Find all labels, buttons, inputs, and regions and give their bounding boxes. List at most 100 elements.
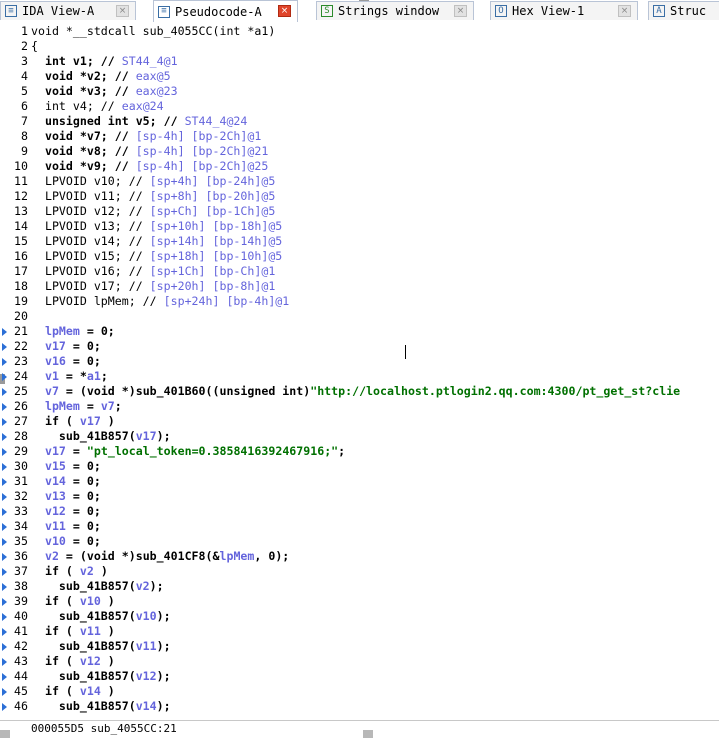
code-text[interactable]: unsigned int v5; // ST44_4@24	[31, 114, 247, 129]
breakpoint-arrow-icon[interactable]	[2, 688, 7, 696]
code-text[interactable]: if ( v14 )	[31, 684, 115, 699]
code-line[interactable]: 29 v17 = "pt_local_token=0.3858416392467…	[0, 444, 719, 459]
breakpoint-arrow-icon[interactable]	[2, 358, 7, 366]
code-text[interactable]: LPVOID v12; // [sp+Ch] [bp-1Ch]@5	[31, 204, 275, 219]
code-line[interactable]: 16 LPVOID v15; // [sp+18h] [bp-10h]@5	[0, 249, 719, 264]
code-text[interactable]: sub_41B857(v2);	[31, 579, 164, 594]
breakpoint-arrow-icon[interactable]	[2, 628, 7, 636]
code-text[interactable]: void *v8; // [sp-4h] [bp-2Ch]@21	[31, 144, 268, 159]
breakpoint-arrow-icon[interactable]	[2, 568, 7, 576]
pseudocode-editor[interactable]: 1 void *__stdcall sub_4055CC(int *a1) 2{3 …	[0, 22, 719, 720]
code-text[interactable]: v7 = (void *)sub_401B60((unsigned int)"h…	[31, 384, 680, 399]
breakpoint-arrow-icon[interactable]	[2, 553, 7, 561]
code-line[interactable]: 36 v2 = (void *)sub_401CF8(&lpMem, 0);	[0, 549, 719, 564]
breakpoint-arrow-icon[interactable]	[2, 658, 7, 666]
code-text[interactable]: if ( v2 )	[31, 564, 108, 579]
code-line[interactable]: 45 if ( v14 )	[0, 684, 719, 699]
code-text[interactable]: if ( v17 )	[31, 414, 115, 429]
code-text[interactable]: LPVOID v16; // [sp+1Ch] [bp-Ch]@1	[31, 264, 275, 279]
breakpoint-arrow-icon[interactable]	[2, 613, 7, 621]
code-text[interactable]: LPVOID v15; // [sp+18h] [bp-10h]@5	[31, 249, 282, 264]
code-text[interactable]: lpMem = 0;	[31, 324, 115, 339]
code-line[interactable]: 5 void *v3; // eax@23	[0, 84, 719, 99]
code-text[interactable]: int v4; // eax@24	[31, 99, 164, 114]
breakpoint-arrow-icon[interactable]	[2, 373, 7, 381]
code-line[interactable]: 11 LPVOID v10; // [sp+4h] [bp-24h]@5	[0, 174, 719, 189]
code-text[interactable]: void *__stdcall sub_4055CC(int *a1)	[31, 24, 275, 39]
code-line[interactable]: 38 sub_41B857(v2);	[0, 579, 719, 594]
code-line[interactable]: 17 LPVOID v16; // [sp+1Ch] [bp-Ch]@1	[0, 264, 719, 279]
code-text[interactable]: sub_41B857(v14);	[31, 699, 171, 714]
code-text[interactable]: if ( v10 )	[31, 594, 115, 609]
code-text[interactable]: v15 = 0;	[31, 459, 101, 474]
code-text[interactable]: v14 = 0;	[31, 474, 101, 489]
breakpoint-arrow-icon[interactable]	[2, 523, 7, 531]
code-line[interactable]: 33 v12 = 0;	[0, 504, 719, 519]
code-text[interactable]: v10 = 0;	[31, 534, 101, 549]
code-text[interactable]: LPVOID v14; // [sp+14h] [bp-14h]@5	[31, 234, 282, 249]
code-line[interactable]: 3 int v1; // ST44_4@1	[0, 54, 719, 69]
code-line[interactable]: 18 LPVOID v17; // [sp+20h] [bp-8h]@1	[0, 279, 719, 294]
code-line[interactable]: 42 sub_41B857(v11);	[0, 639, 719, 654]
code-text[interactable]: v1 = *a1;	[31, 369, 108, 384]
code-text[interactable]: sub_41B857(v12);	[31, 669, 171, 684]
breakpoint-arrow-icon[interactable]	[2, 673, 7, 681]
code-line[interactable]: 19 LPVOID lpMem; // [sp+24h] [bp-4h]@1	[0, 294, 719, 309]
code-line[interactable]: 39 if ( v10 )	[0, 594, 719, 609]
breakpoint-arrow-icon[interactable]	[2, 703, 7, 711]
code-text[interactable]: LPVOID v10; // [sp+4h] [bp-24h]@5	[31, 174, 275, 189]
code-line[interactable]: 24 v1 = *a1;	[0, 369, 719, 384]
code-text[interactable]: sub_41B857(v17);	[31, 429, 171, 444]
breakpoint-arrow-icon[interactable]	[2, 343, 7, 351]
breakpoint-arrow-icon[interactable]	[2, 493, 7, 501]
breakpoint-arrow-icon[interactable]	[2, 538, 7, 546]
breakpoint-arrow-icon[interactable]	[2, 403, 7, 411]
code-line[interactable]: 21 lpMem = 0;	[0, 324, 719, 339]
code-text[interactable]: lpMem = v7;	[31, 399, 122, 414]
code-text[interactable]: sub_41B857(v11);	[31, 639, 171, 654]
close-icon[interactable]: ×	[116, 5, 129, 17]
code-line[interactable]: 35 v10 = 0;	[0, 534, 719, 549]
breakpoint-arrow-icon[interactable]	[2, 583, 7, 591]
code-line[interactable]: 6 int v4; // eax@24	[0, 99, 719, 114]
code-text[interactable]: void *v2; // eax@5	[31, 69, 171, 84]
breakpoint-arrow-icon[interactable]	[2, 463, 7, 471]
code-line[interactable]: 28 sub_41B857(v17);	[0, 429, 719, 444]
close-icon[interactable]: ×	[278, 5, 291, 17]
code-line[interactable]: 31 v14 = 0;	[0, 474, 719, 489]
code-line[interactable]: 22 v17 = 0;	[0, 339, 719, 354]
code-line[interactable]: 1 void *__stdcall sub_4055CC(int *a1)	[0, 24, 719, 39]
code-text[interactable]: if ( v12 )	[31, 654, 115, 669]
code-text[interactable]: void *v9; // [sp-4h] [bp-2Ch]@25	[31, 159, 268, 174]
breakpoint-arrow-icon[interactable]	[2, 508, 7, 516]
tab-hex-view-1[interactable]: O Hex View-1 ×	[490, 1, 638, 20]
code-line[interactable]: 14 LPVOID v13; // [sp+10h] [bp-18h]@5	[0, 219, 719, 234]
code-line[interactable]: 32 v13 = 0;	[0, 489, 719, 504]
code-line[interactable]: 10 void *v9; // [sp-4h] [bp-2Ch]@25	[0, 159, 719, 174]
code-line[interactable]: 8 void *v7; // [sp-4h] [bp-2Ch]@1	[0, 129, 719, 144]
code-text[interactable]: LPVOID v17; // [sp+20h] [bp-8h]@1	[31, 279, 275, 294]
code-text[interactable]: {	[31, 39, 38, 54]
code-text[interactable]: v2 = (void *)sub_401CF8(&lpMem, 0);	[31, 549, 289, 564]
breakpoint-arrow-icon[interactable]	[2, 328, 7, 336]
code-line[interactable]: 26 lpMem = v7;	[0, 399, 719, 414]
code-line[interactable]: 44 sub_41B857(v12);	[0, 669, 719, 684]
code-text[interactable]: v13 = 0;	[31, 489, 101, 504]
code-line[interactable]: 40 sub_41B857(v10);	[0, 609, 719, 624]
code-text[interactable]: void *v3; // eax@23	[31, 84, 178, 99]
code-line[interactable]: 4 void *v2; // eax@5	[0, 69, 719, 84]
code-text[interactable]: v17 = 0;	[31, 339, 101, 354]
tab-strings-window[interactable]: S Strings window ×	[316, 1, 474, 20]
code-text[interactable]: LPVOID v13; // [sp+10h] [bp-18h]@5	[31, 219, 282, 234]
code-text[interactable]: v11 = 0;	[31, 519, 101, 534]
code-text[interactable]: v16 = 0;	[31, 354, 101, 369]
breakpoint-arrow-icon[interactable]	[2, 598, 7, 606]
code-text[interactable]: v12 = 0;	[31, 504, 101, 519]
code-line[interactable]: 7 unsigned int v5; // ST44_4@24	[0, 114, 719, 129]
code-line[interactable]: 37 if ( v2 )	[0, 564, 719, 579]
code-line[interactable]: 34 v11 = 0;	[0, 519, 719, 534]
breakpoint-arrow-icon[interactable]	[2, 433, 7, 441]
close-icon[interactable]: ×	[618, 5, 631, 17]
code-line[interactable]: 20	[0, 309, 719, 324]
breakpoint-arrow-icon[interactable]	[2, 478, 7, 486]
